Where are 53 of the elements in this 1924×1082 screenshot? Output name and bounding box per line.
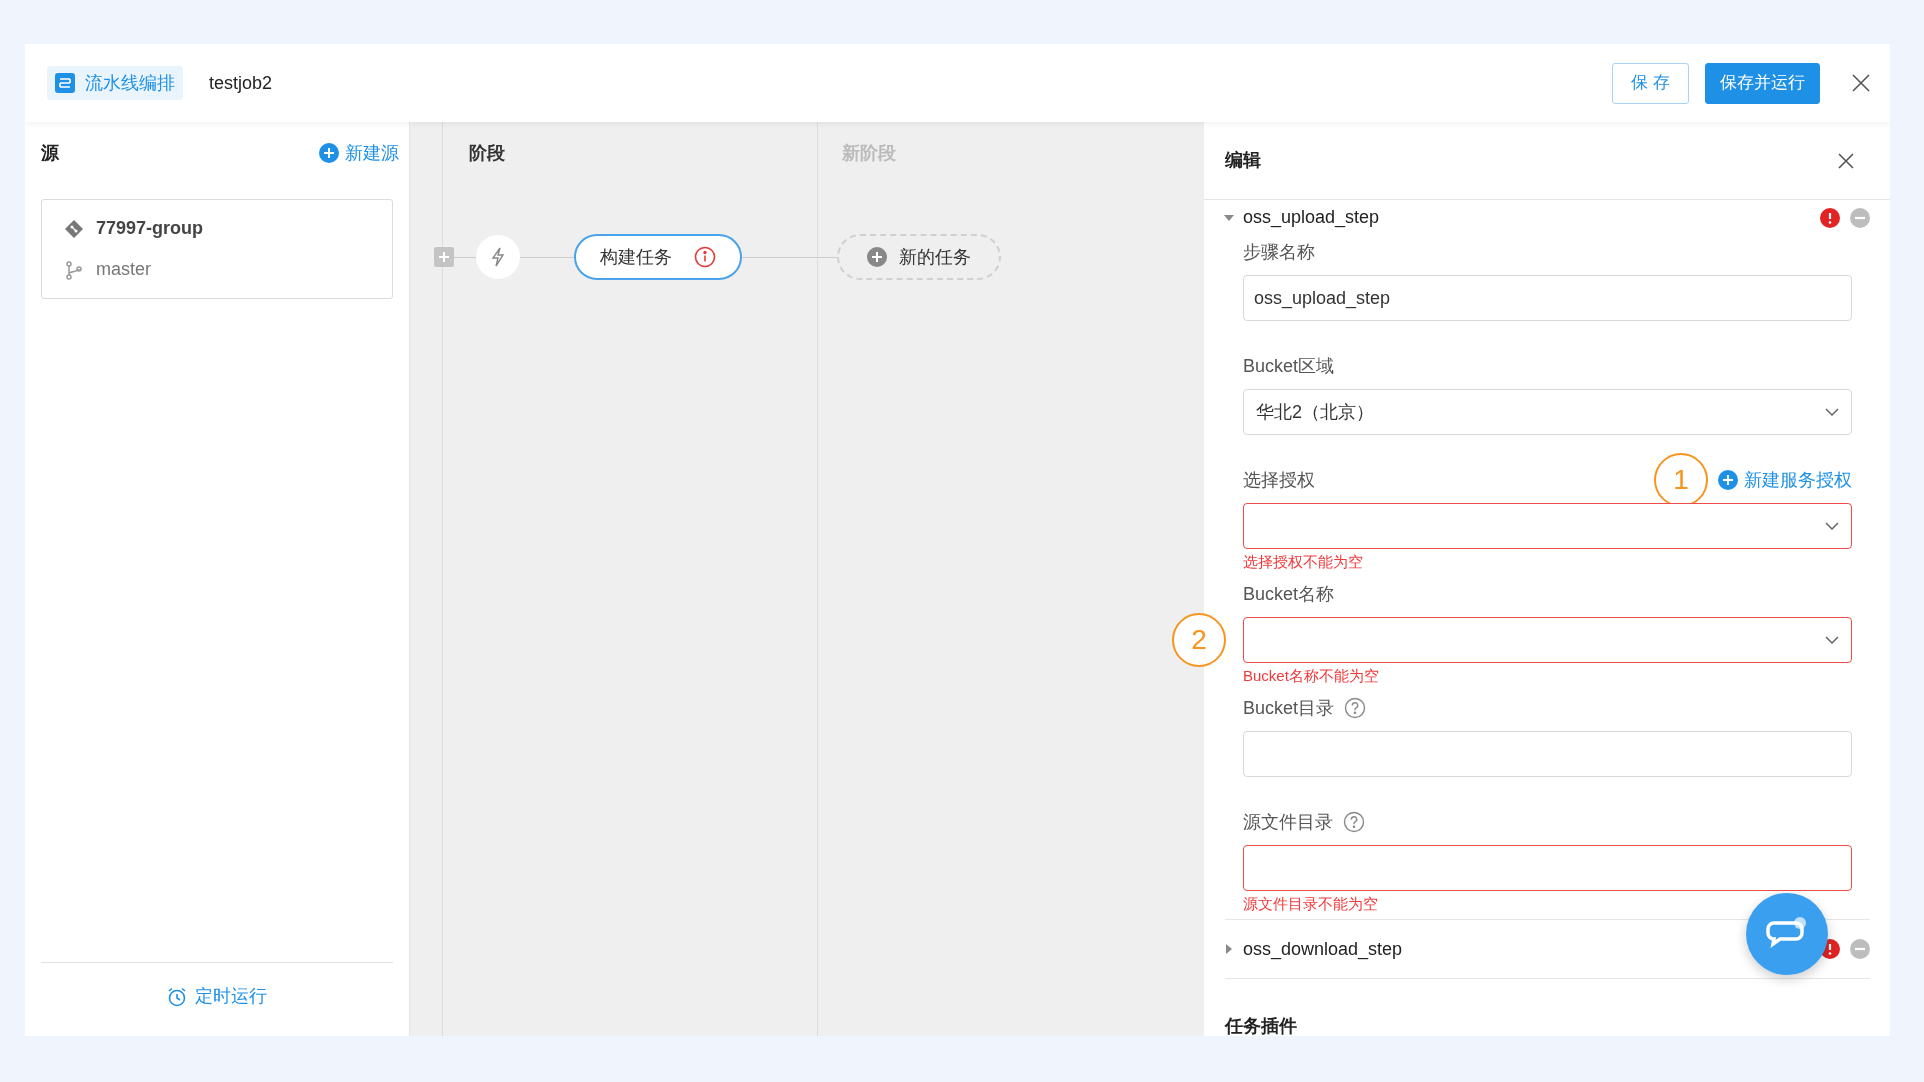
step-name[interactable]: oss_upload_step [1243, 204, 1380, 231]
field-label: 步骤名称 [1243, 240, 1315, 264]
save-button[interactable]: 保 存 [1612, 62, 1689, 104]
select-field[interactable] [1243, 617, 1852, 663]
help-icon[interactable] [1343, 811, 1365, 833]
error-message: 源文件目录不能为空 [1243, 894, 1378, 914]
field-label: 选择授权 [1243, 468, 1315, 492]
annotation-marker: 2 [1172, 613, 1226, 667]
repo-name: 77997-group [96, 217, 204, 240]
pipeline-icon [55, 73, 75, 93]
error-icon [694, 246, 716, 268]
job-name: testjob2 [209, 71, 273, 95]
add-icon [1718, 470, 1738, 490]
add-icon [319, 143, 339, 163]
trigger-node[interactable] [476, 235, 520, 279]
new-authorization-link[interactable]: 新建服务授权 [1718, 466, 1852, 494]
select-field[interactable]: 华北2（北京） [1243, 389, 1852, 435]
remove-icon[interactable] [1850, 207, 1870, 228]
input-field[interactable]: oss_upload_step [1243, 275, 1852, 321]
panel-title: 源 [41, 141, 59, 165]
step-name[interactable]: oss_download_step [1243, 935, 1403, 963]
caret-icon[interactable] [1224, 213, 1234, 222]
error-message: 选择授权不能为空 [1243, 552, 1363, 572]
section-title: 任务插件 [1225, 1016, 1297, 1036]
field-label: 源文件目录 [1243, 810, 1333, 834]
help-icon[interactable] [1344, 697, 1367, 719]
panel-title: 编辑 [1225, 149, 1261, 172]
select-field[interactable] [1243, 503, 1852, 549]
clock-icon [167, 986, 187, 1007]
remove-icon[interactable] [1850, 939, 1870, 959]
caret-icon[interactable] [1225, 944, 1233, 954]
branch-name: master [96, 258, 151, 281]
close-icon[interactable] [1838, 152, 1854, 169]
field-label: Bucket名称 [1243, 582, 1335, 606]
chevron-down-icon [1825, 636, 1839, 644]
new-task-button[interactable]: 新的任务 [837, 234, 1001, 280]
input-field[interactable] [1243, 845, 1852, 891]
chevron-down-icon [1825, 408, 1839, 416]
field-label: Bucket目录 [1243, 696, 1335, 720]
source-card[interactable]: 77997-group master [41, 199, 393, 299]
close-icon[interactable] [1852, 74, 1870, 92]
stage-title: 阶段 [469, 141, 505, 165]
git-icon [64, 218, 84, 239]
lightning-icon [491, 247, 505, 267]
field-label: Bucket区域 [1243, 354, 1335, 378]
task-node[interactable]: 构建任务 [574, 234, 742, 280]
new-source-link[interactable]: 新建源 [319, 139, 399, 167]
scheduled-run-link[interactable]: 定时运行 [167, 983, 267, 1010]
add-icon [867, 247, 887, 267]
branch-icon [64, 259, 84, 280]
error-message: Bucket名称不能为空 [1243, 666, 1379, 686]
pipeline-title: 流水线编排 [85, 71, 175, 95]
chevron-down-icon [1825, 522, 1839, 530]
